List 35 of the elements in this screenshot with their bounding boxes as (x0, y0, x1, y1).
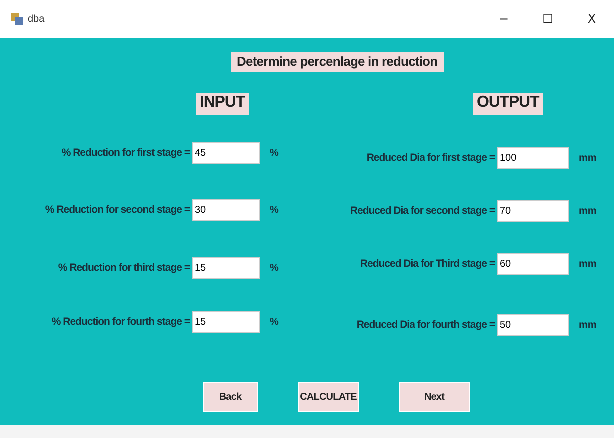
form-heading: Determine percenlage in reduction (231, 52, 444, 72)
unit-label: % (269, 148, 280, 158)
input-field[interactable]: 15 (192, 257, 260, 279)
output-field[interactable]: 70 (497, 200, 569, 222)
output-field[interactable]: 50 (497, 314, 569, 336)
app-icon (10, 12, 24, 26)
close-button[interactable]: X (570, 4, 614, 34)
next-button[interactable]: Next (399, 382, 470, 412)
unit-label: mm (578, 152, 598, 164)
unit-label: mm (578, 206, 598, 216)
window-title: dba (28, 14, 45, 24)
field-label: % Reduction for third stage = (57, 262, 192, 274)
back-button[interactable]: Back (203, 382, 258, 412)
calculate-button[interactable]: CALCULATE (298, 382, 359, 412)
unit-label: % (269, 204, 280, 216)
field-label: % Reduction for fourth stage = (50, 316, 192, 328)
input-field[interactable]: 45 (192, 142, 260, 164)
section-title: OUTPUT (473, 93, 544, 115)
minimize-button[interactable]: − (482, 4, 526, 34)
field-label: % Reduction for second stage = (44, 204, 192, 216)
maximize-button[interactable]: ☐ (526, 4, 570, 34)
field-label: Reduced Dia for fourth stage = (356, 319, 496, 331)
unit-label: mm (578, 320, 598, 330)
section-title: INPUT (196, 93, 250, 115)
unit-label: % (269, 316, 280, 328)
input-field[interactable]: 30 (192, 199, 260, 221)
field-label: % Reduction for first stage = (60, 147, 192, 159)
output-field[interactable]: 100 (497, 147, 569, 169)
unit-label: % (269, 262, 280, 274)
input-field[interactable]: 15 (192, 311, 260, 333)
unit-label: mm (578, 258, 598, 270)
output-field[interactable]: 60 (497, 253, 569, 275)
field-label: Reduced Dia for Third stage = (359, 258, 496, 270)
field-label: Reduced Dia for first stage = (366, 152, 496, 164)
field-label: Reduced Dia for second stage = (349, 205, 496, 217)
